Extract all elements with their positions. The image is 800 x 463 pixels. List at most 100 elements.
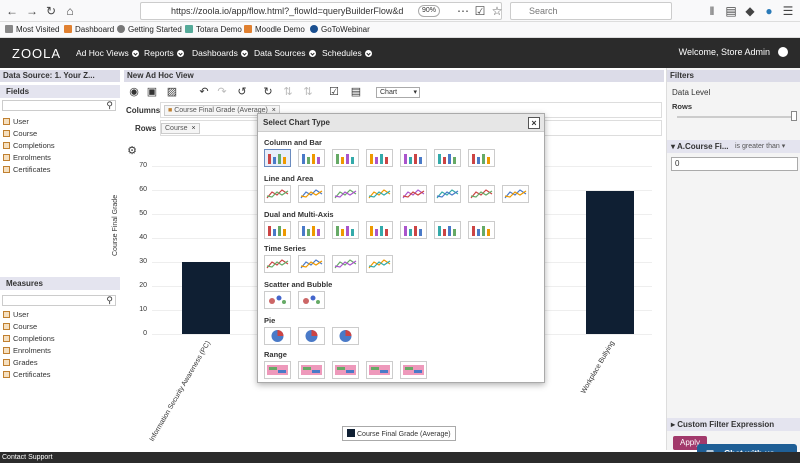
chart-type-icon[interactable] [298, 149, 325, 167]
tree-item[interactable]: Enrolments [3, 153, 51, 163]
settings-gear-icon[interactable]: ⚙ [126, 145, 138, 157]
chart-bar[interactable] [182, 262, 230, 334]
bookmark-most-visited[interactable]: Most Visited [5, 24, 59, 36]
chart-type-icon[interactable] [264, 291, 291, 309]
chart-type-icon[interactable] [366, 185, 393, 203]
view-type-select[interactable]: Chart ▾ [376, 87, 420, 98]
tree-item[interactable]: Course [3, 322, 37, 332]
pocket-icon[interactable]: ☑ [472, 3, 488, 19]
menu-dashboards[interactable]: Dashboards [192, 48, 248, 58]
pivot-icon[interactable]: ↻ [262, 86, 274, 98]
home-icon[interactable]: ⌂ [62, 3, 78, 19]
tree-item[interactable]: Grades [3, 358, 38, 368]
tree-item[interactable]: Certificates [3, 165, 51, 175]
undo-all-icon[interactable]: ↺ [236, 86, 248, 98]
chart-type-icon[interactable] [332, 149, 359, 167]
forward-icon[interactable]: → [24, 3, 40, 19]
rows-pill[interactable]: Course × [161, 123, 200, 134]
tree-item[interactable]: User [3, 117, 29, 127]
chart-type-icon[interactable] [366, 255, 393, 273]
user-icon[interactable] [778, 47, 788, 57]
chart-type-icon[interactable] [400, 361, 427, 379]
chart-type-icon[interactable] [298, 221, 325, 239]
chart-type-icon[interactable] [298, 291, 325, 309]
more-icon[interactable]: ⋯ [455, 3, 471, 19]
chart-type-icon[interactable] [264, 255, 291, 273]
chart-type-icon[interactable] [298, 327, 325, 345]
data-level-slider[interactable] [677, 116, 795, 118]
chart-type-icon[interactable] [332, 255, 359, 273]
url-bar[interactable]: https://zoola.io/app/flow.html?_flowId=q… [140, 2, 502, 20]
input-controls-icon[interactable]: ☑ [328, 86, 340, 98]
reload-icon[interactable]: ↻ [43, 3, 59, 19]
bookmark-dashboard[interactable]: Dashboard [64, 24, 114, 36]
tree-item[interactable]: Completions [3, 141, 55, 151]
chart-type-icon[interactable] [366, 221, 393, 239]
chart-type-icon[interactable] [434, 149, 461, 167]
bookmark-totara-demo[interactable]: Totara Demo [185, 24, 242, 36]
chart-type-icon[interactable] [264, 149, 291, 167]
tree-item[interactable]: Course [3, 129, 37, 139]
chart-type-icon[interactable] [468, 185, 495, 203]
chart-type-icon[interactable] [434, 221, 461, 239]
menu-ad-hoc-views[interactable]: Ad Hoc Views [76, 48, 139, 58]
sort-desc-icon[interactable]: ⇅ [302, 86, 314, 98]
extension-icon[interactable]: ● [761, 3, 777, 19]
bookmark-getting-started[interactable]: Getting Started [117, 24, 182, 36]
chart-options-icon[interactable]: ▤ [350, 86, 362, 98]
close-icon[interactable]: × [528, 117, 540, 129]
sidebar-icon[interactable]: ▤ [723, 3, 739, 19]
chart-type-icon[interactable] [298, 255, 325, 273]
save-icon[interactable]: ▣ [146, 86, 158, 98]
undo-icon[interactable]: ↶ [198, 86, 210, 98]
tree-item[interactable]: Enrolments [3, 346, 51, 356]
zoom-badge[interactable]: 90% [418, 5, 440, 17]
fields-search-input[interactable]: ⚲ [2, 100, 116, 111]
addon-icon[interactable]: ◆ [742, 3, 758, 19]
chart-type-icon[interactable] [468, 149, 495, 167]
menu-data-sources[interactable]: Data Sources [254, 48, 316, 58]
library-icon[interactable]: ‖ [704, 3, 720, 19]
chart-type-icon[interactable] [264, 361, 291, 379]
bookmark-gotowebinar[interactable]: GoToWebinar [310, 24, 370, 36]
slider-handle[interactable] [791, 111, 797, 121]
chart-type-icon[interactable] [332, 361, 359, 379]
bookmark-star-icon[interactable]: ☆ [489, 3, 505, 19]
chart-type-icon[interactable] [434, 185, 461, 203]
chart-type-icon[interactable] [366, 149, 393, 167]
chart-type-icon[interactable] [468, 221, 495, 239]
tree-item[interactable]: Certificates [3, 370, 51, 380]
measures-search-input[interactable]: ⚲ [2, 295, 116, 306]
browser-search-input[interactable]: Search [510, 2, 672, 20]
filter-value-input[interactable]: 0 [671, 157, 798, 171]
chart-type-icon[interactable] [400, 149, 427, 167]
chart-type-icon[interactable] [264, 221, 291, 239]
back-icon[interactable]: ← [4, 3, 20, 19]
chart-type-icon[interactable] [332, 185, 359, 203]
remove-icon[interactable]: × [192, 125, 196, 132]
chart-type-icon[interactable] [332, 327, 359, 345]
chart-type-icon[interactable] [502, 185, 529, 203]
chart-type-icon[interactable] [400, 185, 427, 203]
eye-icon[interactable]: ◉ [128, 86, 140, 98]
menu-schedules[interactable]: Schedules [322, 48, 372, 58]
export-icon[interactable]: ▨ [166, 86, 178, 98]
chart-type-icon[interactable] [332, 221, 359, 239]
menu-icon[interactable]: ☰ [780, 3, 796, 19]
sort-icon[interactable]: ⇅ [282, 86, 294, 98]
bookmark-moodle-demo[interactable]: Moodle Demo [244, 24, 305, 36]
tree-item[interactable]: User [3, 310, 29, 320]
redo-icon[interactable]: ↷ [216, 86, 228, 98]
tree-item[interactable]: Completions [3, 334, 55, 344]
filter-header[interactable]: ▾ A.Course Fi... is greater than ▾ [667, 140, 800, 153]
chart-type-icon[interactable] [366, 361, 393, 379]
chart-type-icon[interactable] [298, 185, 325, 203]
chart-legend[interactable]: Course Final Grade (Average) [342, 426, 456, 441]
chart-type-icon[interactable] [400, 221, 427, 239]
chart-type-icon[interactable] [298, 361, 325, 379]
chart-bar[interactable] [586, 191, 634, 334]
chart-type-icon[interactable] [264, 185, 291, 203]
fields-header[interactable]: Fields [0, 85, 120, 98]
zoola-logo[interactable]: ZOOLA [12, 46, 61, 61]
operator-select[interactable]: is greater than ▾ [735, 140, 785, 153]
